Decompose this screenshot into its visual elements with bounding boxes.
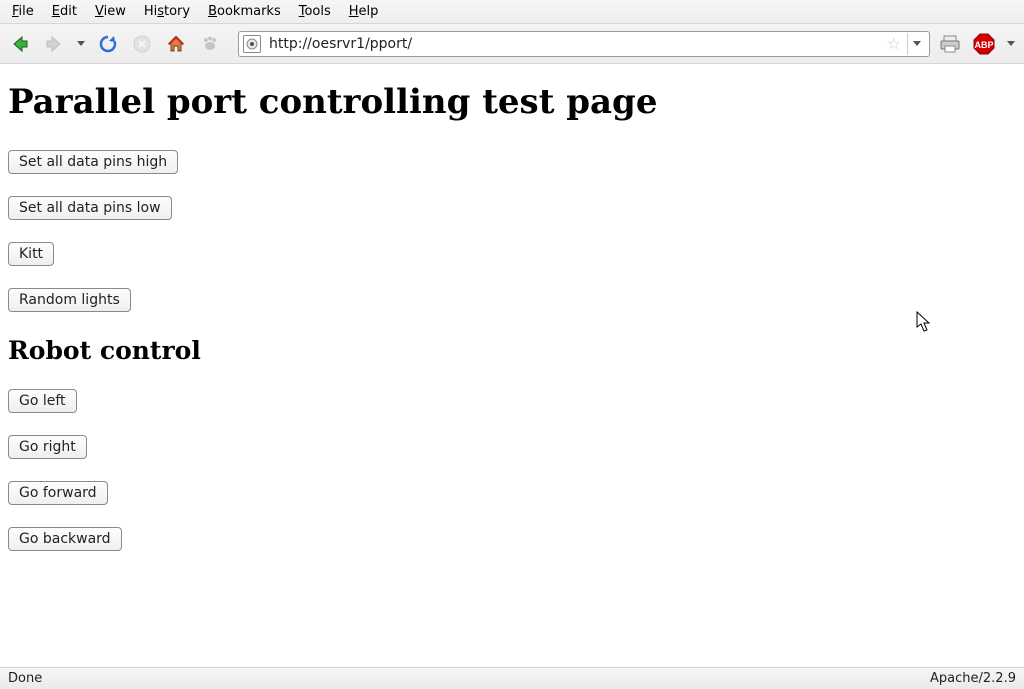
section-title-robot: Robot control bbox=[8, 336, 1016, 365]
print-button[interactable] bbox=[936, 30, 964, 58]
set-all-high-button[interactable]: Set all data pins high bbox=[8, 150, 178, 174]
go-forward-button[interactable]: Go forward bbox=[8, 481, 108, 505]
menubar: File Edit View History Bookmarks Tools H… bbox=[0, 0, 1024, 24]
menu-help[interactable]: Help bbox=[341, 2, 387, 21]
status-text-right: Apache/2.2.9 bbox=[930, 671, 1016, 686]
paw-button[interactable] bbox=[196, 30, 224, 58]
menu-bookmarks[interactable]: Bookmarks bbox=[200, 2, 289, 21]
go-backward-button[interactable]: Go backward bbox=[8, 527, 122, 551]
menu-view[interactable]: View bbox=[87, 2, 134, 21]
random-lights-button[interactable]: Random lights bbox=[8, 288, 131, 312]
menu-tools[interactable]: Tools bbox=[291, 2, 339, 21]
reload-button[interactable] bbox=[94, 30, 122, 58]
forward-button[interactable] bbox=[40, 30, 68, 58]
chevron-down-icon bbox=[77, 41, 85, 46]
chevron-down-icon bbox=[913, 41, 921, 46]
page-title: Parallel port controlling test page bbox=[8, 82, 1016, 122]
home-button[interactable] bbox=[162, 30, 190, 58]
status-bar: Done Apache/2.2.9 bbox=[0, 667, 1024, 689]
bookmark-star-icon[interactable]: ☆ bbox=[887, 34, 901, 53]
printer-icon bbox=[939, 34, 961, 54]
url-input[interactable] bbox=[267, 35, 881, 53]
back-arrow-icon bbox=[10, 34, 30, 54]
toolbar: ☆ ABP bbox=[0, 24, 1024, 64]
reload-icon bbox=[98, 34, 118, 54]
menu-edit[interactable]: Edit bbox=[44, 2, 85, 21]
forward-menu-button[interactable] bbox=[74, 30, 88, 58]
menu-file[interactable]: File bbox=[4, 2, 42, 21]
go-left-button[interactable]: Go left bbox=[8, 389, 77, 413]
adblock-menu-button[interactable] bbox=[1004, 30, 1018, 58]
url-dropdown-button[interactable] bbox=[907, 33, 925, 55]
go-right-button[interactable]: Go right bbox=[8, 435, 87, 459]
kitt-button[interactable]: Kitt bbox=[8, 242, 54, 266]
forward-arrow-icon bbox=[44, 34, 64, 54]
back-button[interactable] bbox=[6, 30, 34, 58]
stop-button[interactable] bbox=[128, 30, 156, 58]
paw-icon bbox=[200, 34, 220, 54]
home-icon bbox=[166, 34, 186, 54]
stop-icon bbox=[132, 34, 152, 54]
menu-history[interactable]: History bbox=[136, 2, 198, 21]
svg-text:ABP: ABP bbox=[974, 40, 993, 50]
status-text-left: Done bbox=[8, 671, 42, 686]
chevron-down-icon bbox=[1007, 41, 1015, 46]
set-all-low-button[interactable]: Set all data pins low bbox=[8, 196, 172, 220]
adblock-button[interactable]: ABP bbox=[970, 30, 998, 58]
url-bar[interactable]: ☆ bbox=[238, 31, 930, 57]
page-content: Parallel port controlling test page Set … bbox=[0, 64, 1024, 581]
site-identity-icon[interactable] bbox=[243, 35, 261, 53]
abp-icon: ABP bbox=[973, 33, 995, 55]
